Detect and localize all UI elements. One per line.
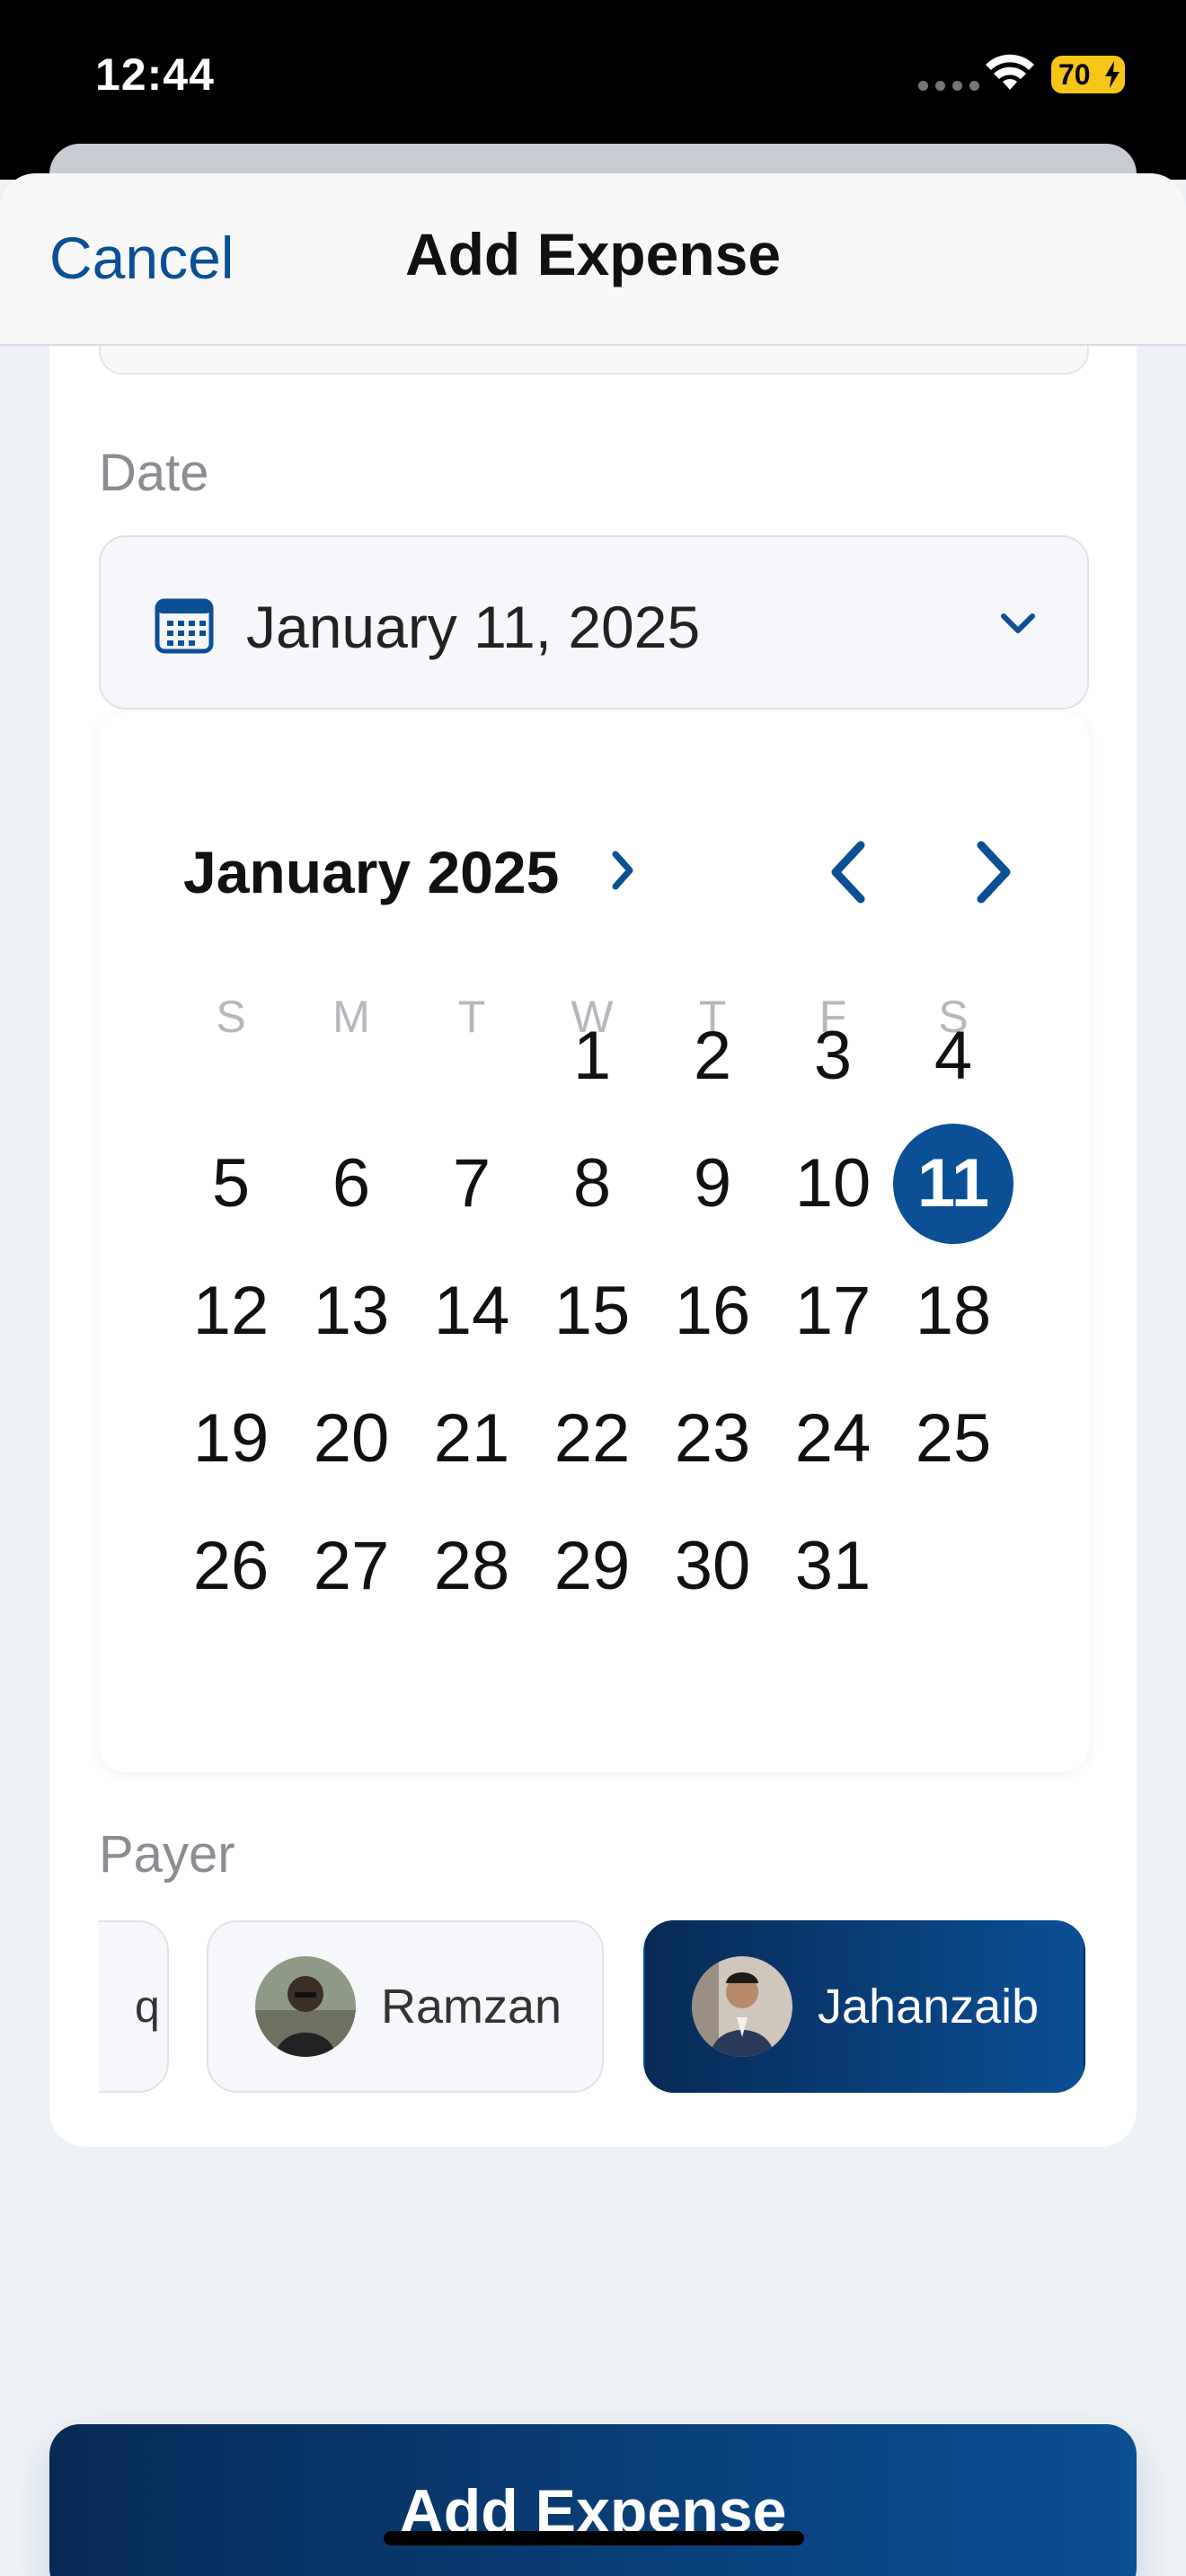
calendar-day[interactable]: 7 [412,1124,532,1244]
nav-bar: Cancel Add Expense [0,173,1186,346]
calendar-day[interactable]: 14 [412,1251,532,1372]
calendar-day[interactable]: 12 [171,1251,291,1372]
payer-chip[interactable]: q [99,1920,169,2093]
calendar-day[interactable]: 25 [893,1379,1013,1499]
calendar-day[interactable]: 24 [773,1379,893,1499]
calendar-day[interactable]: 8 [532,1124,652,1244]
calendar-day[interactable]: 30 [652,1506,773,1627]
charging-bolt-icon [1105,61,1120,88]
date-picker-field[interactable]: January 11, 2025 [99,535,1089,710]
calendar-day[interactable]: 17 [773,1251,893,1372]
calendar-day[interactable]: 21 [412,1379,532,1499]
calendar-day[interactable]: 10 [773,1124,893,1244]
calendar-day[interactable]: 3 [773,996,893,1116]
month-year-selector[interactable]: January 2025 [183,838,559,906]
calendar-day[interactable]: 1 [532,996,652,1116]
calendar-day[interactable]: 2 [652,996,773,1116]
payer-chip-jahanzaib[interactable]: Jahanzaib [643,1920,1085,2093]
next-month-button[interactable] [961,834,1024,910]
payer-name: q [135,1981,160,2032]
home-indicator [384,2531,804,2545]
page-title: Add Expense [404,221,782,287]
payer-name: Ramzan [381,1980,562,2033]
calendar-day[interactable]: 22 [532,1379,652,1499]
calendar-day[interactable]: 26 [171,1506,291,1627]
calendar-day[interactable]: 27 [291,1506,412,1627]
calendar-day[interactable]: 15 [532,1251,652,1372]
add-expense-button[interactable]: Add Expense [49,2424,1137,2576]
chevron-down-icon [1001,613,1035,633]
calendar-day[interactable]: 23 [652,1379,773,1499]
payer-chip-ramzan[interactable]: Ramzan [207,1920,604,2093]
calendar-popover: January 2025 S M T W T F S 1 2 3 4 5 6 7 8 9 10 11 12 13 14 1… [99,712,1089,1772]
weekday-header: S [216,992,246,1042]
calendar-icon [155,598,214,654]
calendar-day[interactable]: 29 [532,1506,652,1627]
form-card: Date January 11, 2025 January 2025 S M T… [49,290,1137,2147]
avatar [692,1956,792,2057]
calendar-day[interactable]: 5 [171,1124,291,1244]
calendar-day[interactable]: 19 [171,1379,291,1499]
calendar-day[interactable]: 6 [291,1124,412,1244]
weekday-header: T [457,992,486,1042]
calendar-day[interactable]: 13 [291,1251,412,1372]
calendar-day[interactable]: 18 [893,1251,1013,1372]
previous-month-button[interactable] [818,834,881,910]
date-label: Date [99,444,209,502]
payer-label: Payer [99,1825,235,1883]
payer-selector: q Ramzan Jahanzaib [99,1920,1137,2093]
cellular-signal-icon [918,81,979,91]
avatar [255,1956,356,2057]
wifi-icon [986,54,1034,90]
calendar-day[interactable]: 4 [893,996,1013,1116]
weekday-header: M [332,992,370,1042]
calendar-day[interactable]: 9 [652,1124,773,1244]
date-value: January 11, 2025 [246,594,701,660]
calendar-day[interactable]: 31 [773,1506,893,1627]
calendar-day[interactable]: 16 [652,1251,773,1372]
battery-icon: 70 [1051,56,1125,93]
calendar-day[interactable]: 20 [291,1379,412,1499]
calendar-day[interactable]: 28 [412,1506,532,1627]
calendar-day-selected[interactable]: 11 [893,1124,1013,1244]
chevron-right-icon[interactable] [607,845,638,895]
battery-level: 70 [1058,57,1091,91]
add-expense-modal: Cancel Add Expense Date January 11, 2025… [0,173,1186,2576]
status-time: 12:44 [95,49,215,100]
payer-name: Jahanzaib [818,1980,1040,2033]
